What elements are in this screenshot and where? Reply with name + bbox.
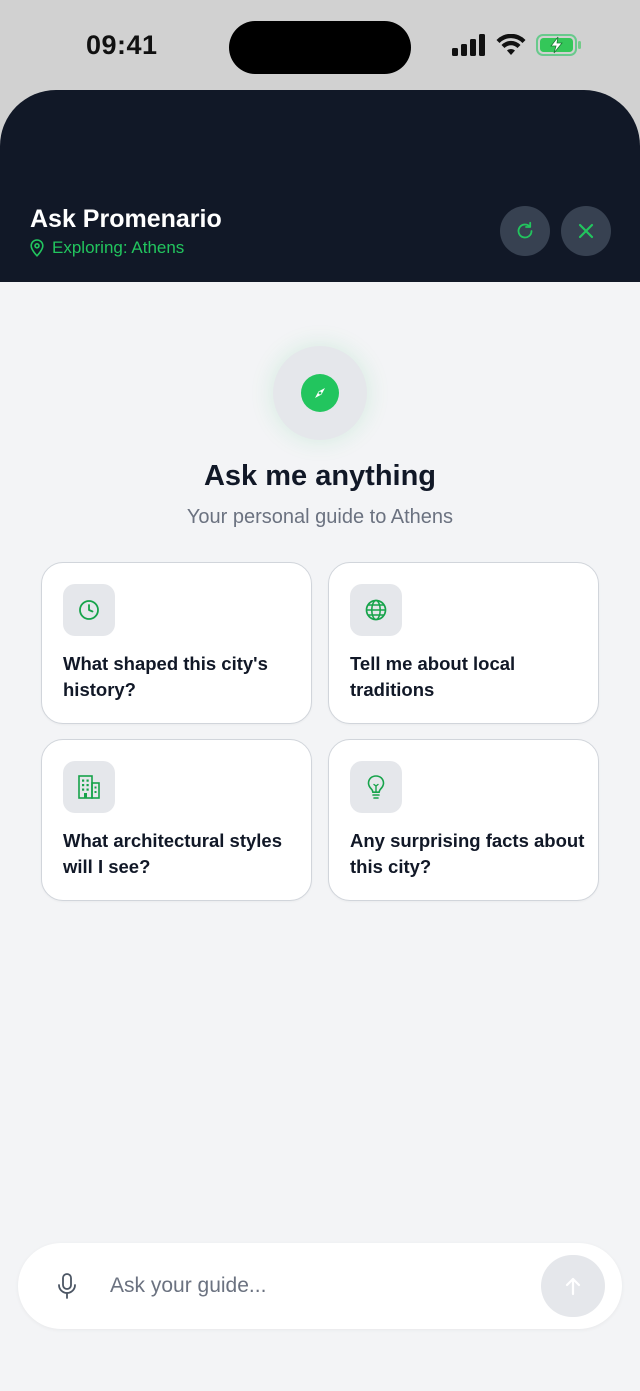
refresh-button[interactable]	[500, 206, 550, 256]
suggestion-card-architecture[interactable]: What architectural styles will I see?	[41, 739, 312, 901]
map-pin-icon	[30, 239, 44, 257]
suggestion-text: Any surprising facts about this city?	[350, 830, 585, 877]
status-bar: 09:41	[0, 0, 640, 90]
signal-icon	[452, 34, 485, 56]
microphone-icon	[58, 1273, 76, 1299]
hero-subtitle: Your personal guide to Athens	[186, 506, 454, 528]
screen: 09:41 Ask Promenario Exploring: Athens A…	[0, 0, 640, 1391]
dynamic-island	[229, 21, 411, 74]
status-time: 09:41	[86, 30, 158, 60]
close-icon	[578, 223, 594, 239]
send-button[interactable]	[541, 1255, 605, 1317]
suggestion-card-facts[interactable]: Any surprising facts about this city?	[328, 739, 599, 901]
microphone-button[interactable]	[54, 1271, 80, 1301]
status-icons	[452, 34, 582, 56]
battery-charging-icon	[536, 34, 581, 56]
hero-title: Ask me anything	[203, 460, 437, 492]
suggestion-text: Tell me about local traditions	[350, 653, 516, 700]
page-title: Ask Promenario	[30, 205, 222, 233]
hero-icon-container	[273, 346, 367, 440]
chat-input-bar	[18, 1243, 622, 1329]
suggestion-card-history[interactable]: What shaped this city's history?	[41, 562, 312, 724]
location-subtitle: Exploring: Athens	[30, 238, 184, 258]
suggestion-card-traditions[interactable]: Tell me about local traditions	[328, 562, 599, 724]
close-button[interactable]	[561, 206, 611, 256]
wifi-icon	[496, 34, 526, 55]
location-label: Exploring: Athens	[52, 238, 185, 257]
refresh-icon	[517, 221, 533, 239]
lightbulb-icon	[350, 761, 402, 813]
ask-guide-input[interactable]	[110, 1268, 530, 1304]
suggestion-text: What architectural styles will I see?	[63, 830, 282, 877]
clock-icon	[63, 584, 115, 636]
header-content: Ask Promenario Exploring: Athens	[0, 90, 640, 282]
building-icon	[63, 761, 115, 813]
suggestion-text: What shaped this city's history?	[63, 653, 268, 700]
compass-icon	[301, 374, 339, 412]
send-arrow-icon	[565, 1277, 581, 1296]
globe-icon	[350, 584, 402, 636]
